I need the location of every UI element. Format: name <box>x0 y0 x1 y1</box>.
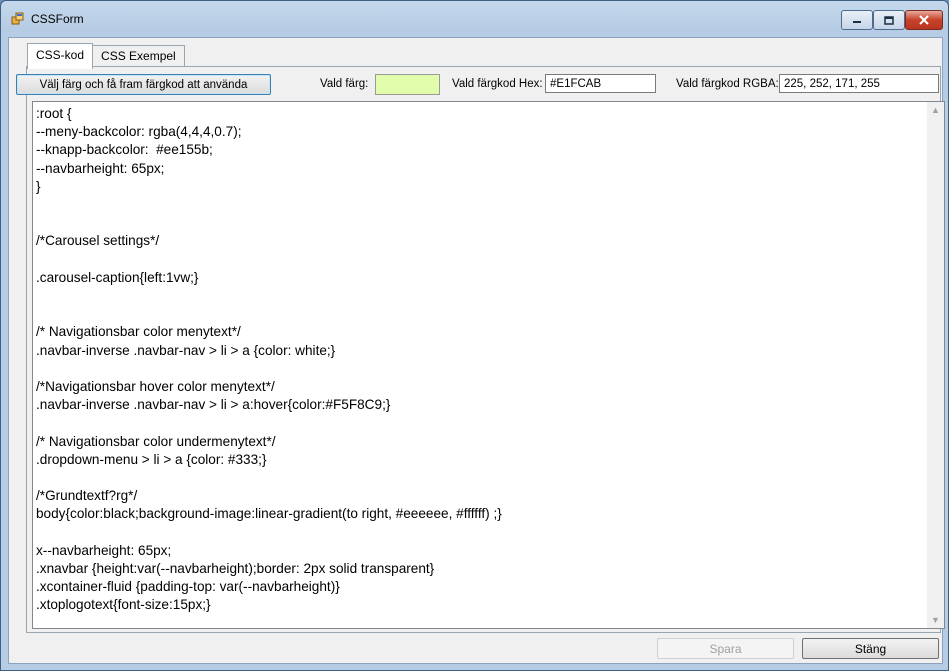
css-code-text[interactable]: :root { --meny-backcolor: rgba(4,4,4,0.7… <box>36 105 924 626</box>
scroll-up-icon[interactable]: ▲ <box>931 105 940 115</box>
rgba-field[interactable] <box>779 74 939 93</box>
tab-strip: CSS-kod CSS Exempel <box>27 43 185 69</box>
vertical-scrollbar[interactable]: ▲ ▼ <box>927 102 944 628</box>
hex-field[interactable] <box>545 74 656 93</box>
rgba-label: Vald färgkod RGBA: <box>676 78 779 90</box>
css-code-editor[interactable]: :root { --meny-backcolor: rgba(4,4,4,0.7… <box>32 101 945 629</box>
window-title: CSSForm <box>31 12 84 26</box>
maximize-icon <box>884 15 894 25</box>
app-icon <box>11 12 24 25</box>
app-window: CSSForm CSS-kod CSS Exempel Välj färg oc… <box>0 0 949 671</box>
tab-css-kod[interactable]: CSS-kod <box>27 43 94 69</box>
chosen-color-swatch <box>375 74 440 95</box>
minimize-button[interactable] <box>841 10 873 30</box>
tab-css-exempel[interactable]: CSS Exempel <box>92 45 185 67</box>
scroll-down-icon[interactable]: ▼ <box>931 615 940 625</box>
close-window-button[interactable] <box>905 10 943 30</box>
maximize-button[interactable] <box>873 10 905 30</box>
form-client-area: CSS-kod CSS Exempel Välj färg och få fra… <box>8 37 945 664</box>
pick-color-button[interactable]: Välj färg och få fram färgkod att använd… <box>16 74 271 95</box>
chosen-color-label: Vald färg: <box>320 78 369 90</box>
save-button[interactable]: Spara <box>657 638 794 659</box>
minimize-icon <box>853 21 861 23</box>
close-button[interactable]: Stäng <box>802 638 939 659</box>
title-bar[interactable]: CSSForm <box>1 1 948 37</box>
close-icon <box>919 15 929 25</box>
hex-label: Vald färgkod Hex: <box>452 78 543 90</box>
